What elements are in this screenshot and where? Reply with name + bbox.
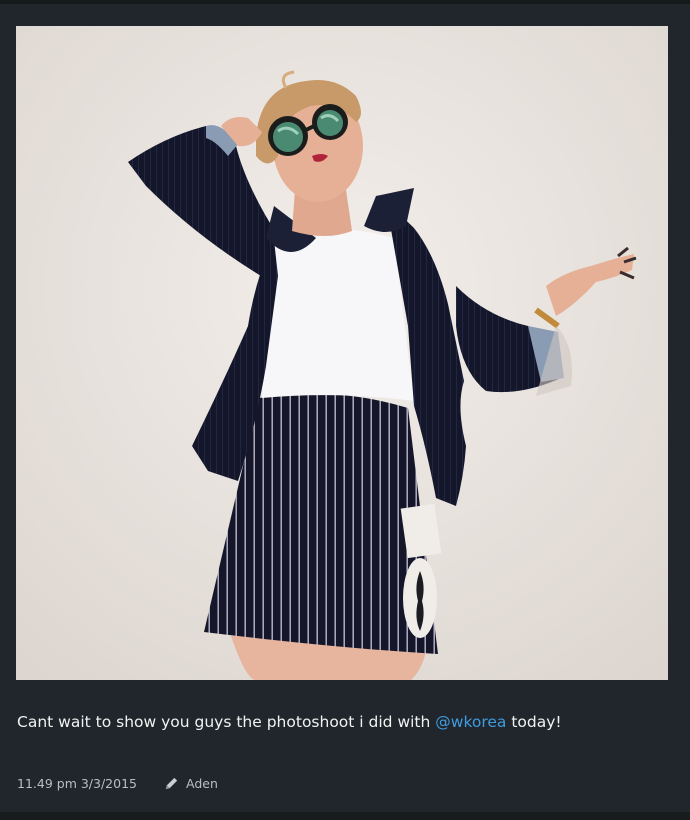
author-name: Aden bbox=[185, 776, 218, 791]
caption-text-end: today! bbox=[506, 713, 562, 731]
author-link[interactable]: Aden bbox=[163, 775, 218, 792]
post-card: Cant wait to show you guys the photoshoo… bbox=[0, 0, 690, 820]
post-timestamp: 11.49 pm 3/3/2015 bbox=[17, 776, 137, 791]
pencil-icon bbox=[165, 777, 178, 790]
caption-text-start: Cant wait to show you guys the photoshoo… bbox=[17, 713, 436, 731]
photo-image bbox=[16, 26, 668, 680]
post-photo[interactable] bbox=[16, 26, 668, 680]
mention-link[interactable]: @wkorea bbox=[435, 713, 506, 731]
card-bottom-edge bbox=[0, 812, 690, 820]
post-meta: 11.49 pm 3/3/2015 Aden bbox=[17, 775, 218, 792]
post-caption: Cant wait to show you guys the photoshoo… bbox=[17, 713, 562, 731]
